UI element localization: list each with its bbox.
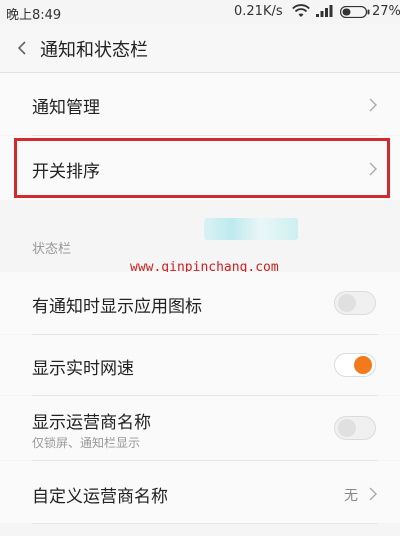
row-label: 显示实时网速: [32, 359, 134, 379]
row-value: 无: [344, 488, 358, 504]
toggle-knob: [354, 356, 372, 374]
row-show-carrier[interactable]: 显示运营商名称 仅锁屏、通知栏显示: [0, 396, 400, 460]
battery-percent: 27%: [372, 4, 400, 19]
toggle-knob: [338, 419, 356, 437]
row-notification-management[interactable]: 通知管理: [0, 73, 400, 135]
blurred-patch: [204, 218, 298, 240]
row-show-app-icon[interactable]: 有通知时显示应用图标: [0, 272, 400, 334]
wifi-icon: [292, 4, 310, 22]
toggle-show-speed[interactable]: [334, 353, 376, 377]
section-header-status-bar: 状态栏: [32, 242, 72, 257]
row-label: 显示运营商名称: [32, 413, 151, 433]
toggle-show-carrier[interactable]: [334, 416, 376, 440]
status-net-speed: 0.21K/s: [234, 4, 283, 19]
status-bar: 晚上8:49 0.21K/s 27%: [0, 0, 400, 24]
row-label: 通知管理: [32, 98, 100, 118]
highlight-box: [14, 138, 390, 198]
row-label: 有通知时显示应用图标: [32, 297, 202, 317]
chevron-right-icon: [368, 97, 378, 112]
battery-icon: [339, 5, 370, 22]
settings-screen: 晚上8:49 0.21K/s 27% 通知和状态栏 通知管理 开关排序 状态栏 …: [0, 0, 400, 536]
toggle-knob: [338, 294, 356, 312]
row-label: 自定义运营商名称: [32, 487, 168, 507]
signal-icon: [316, 5, 334, 21]
toggle-show-app-icon[interactable]: [334, 291, 376, 315]
row-show-speed[interactable]: 显示实时网速: [0, 335, 400, 395]
page-title: 通知和状态栏: [40, 40, 148, 61]
chevron-right-icon: [368, 486, 378, 501]
status-time: 晚上8:49: [6, 8, 62, 23]
row-custom-carrier[interactable]: 自定义运营商名称 无: [0, 461, 400, 523]
chevron-left-icon[interactable]: [14, 39, 32, 57]
divider: [32, 523, 378, 524]
page-header: 通知和状态栏: [0, 24, 400, 73]
row-sublabel: 仅锁屏、通知栏显示: [32, 436, 141, 450]
